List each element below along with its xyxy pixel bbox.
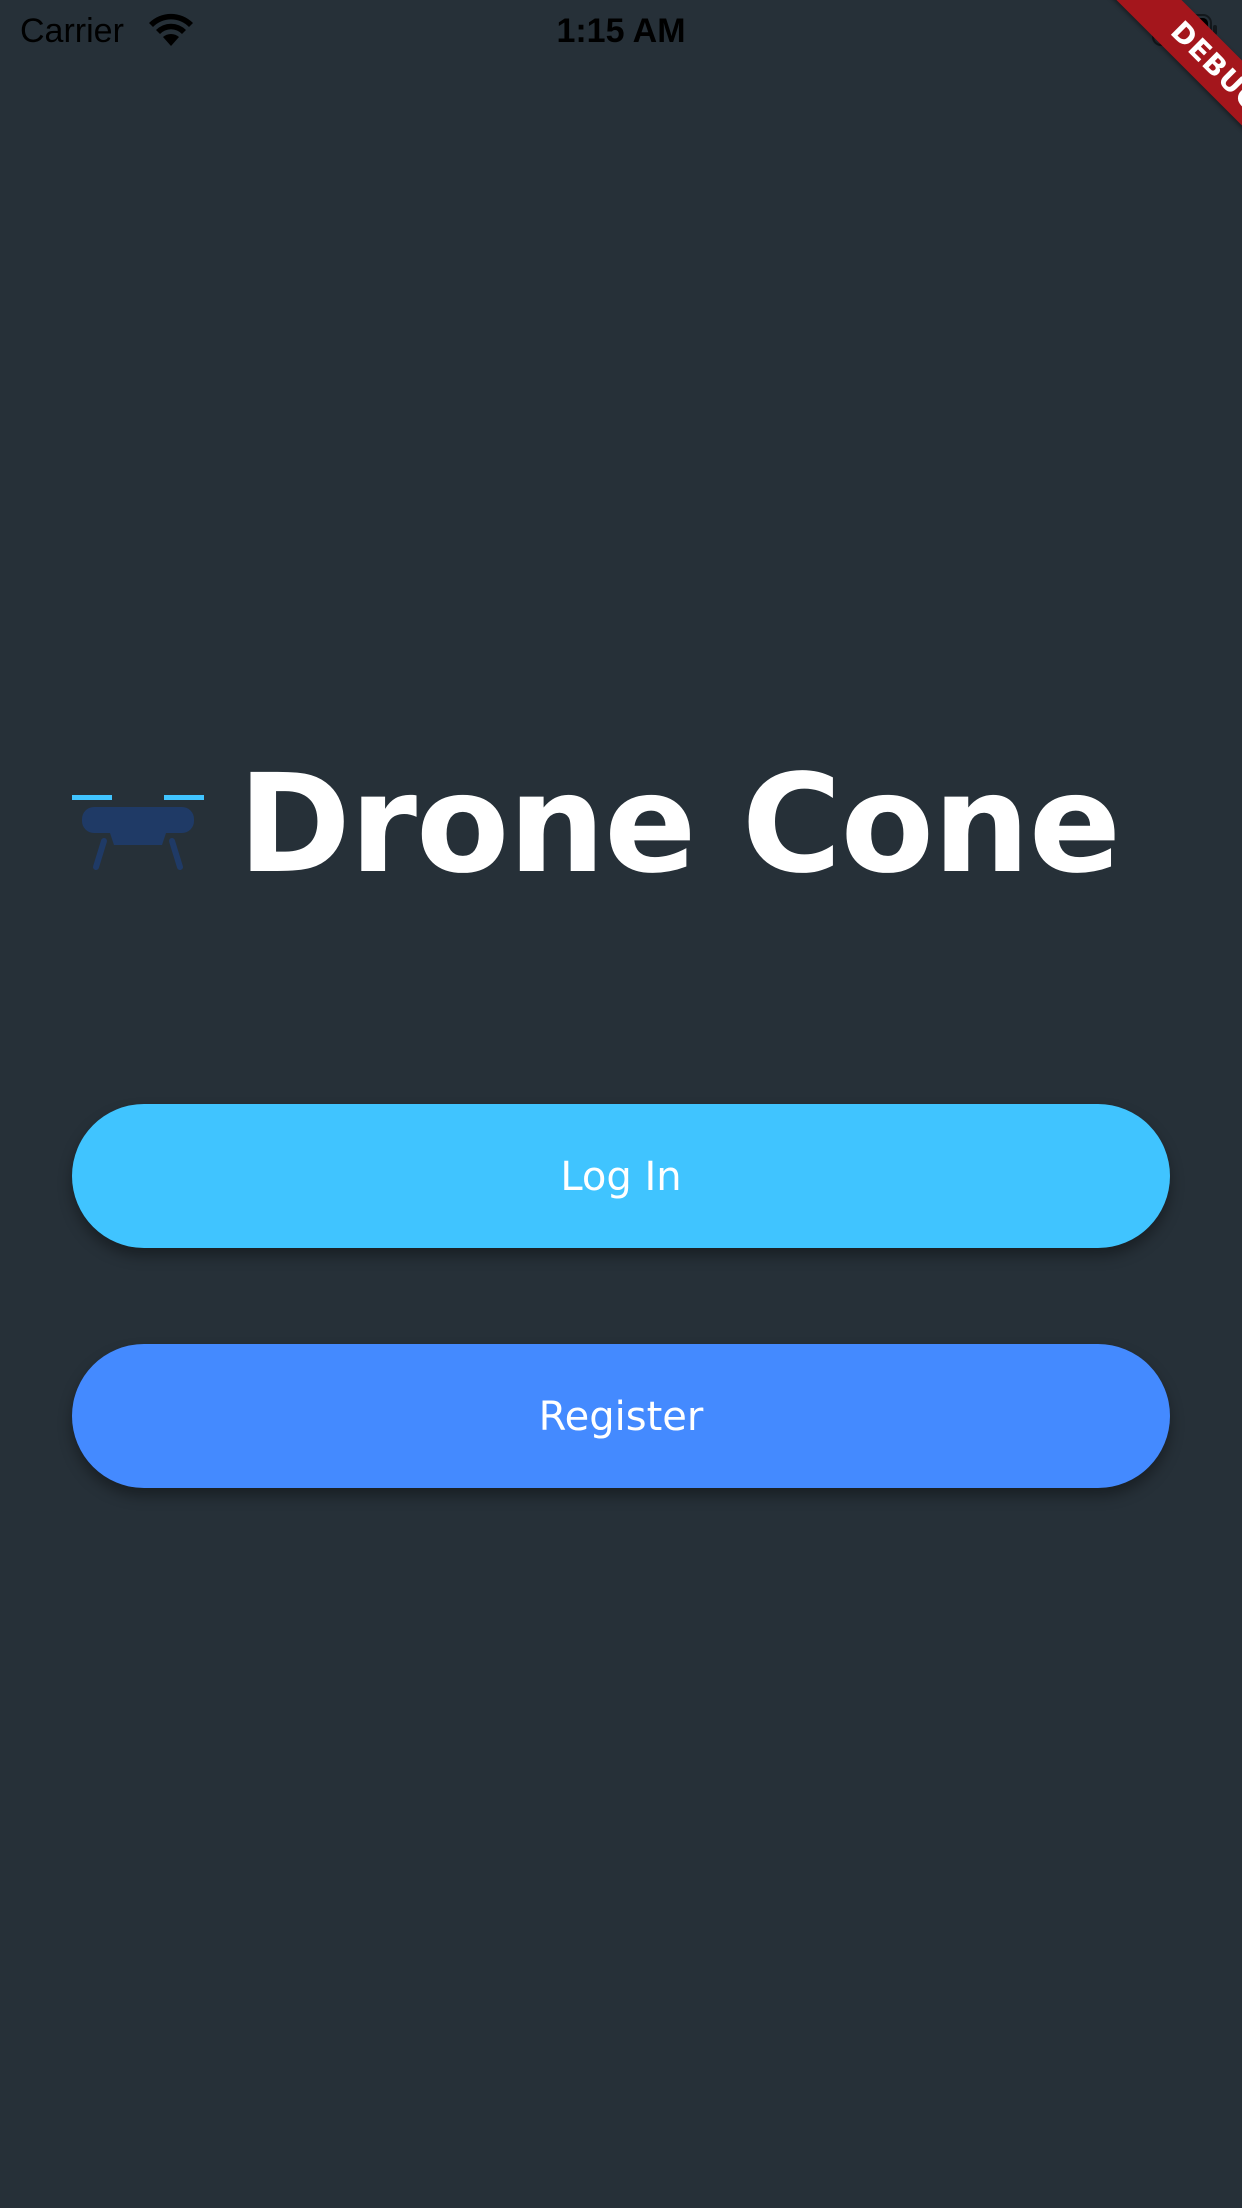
app-logo: Drone Cone (70, 746, 1121, 904)
drone-icon (72, 795, 204, 870)
debug-banner-label: DEBUG (1093, 0, 1242, 180)
login-button[interactable]: Log In (72, 1104, 1170, 1248)
register-button[interactable]: Register (72, 1344, 1170, 1488)
status-bar: Carrier 1:15 AM (0, 0, 1242, 62)
welcome-screen: Carrier 1:15 AM DEBUG Drone Cone Log In … (0, 0, 1242, 2208)
debug-banner: DEBUG (1062, 0, 1242, 180)
status-time: 1:15 AM (556, 12, 686, 50)
app-title: Drone Cone (238, 746, 1121, 904)
